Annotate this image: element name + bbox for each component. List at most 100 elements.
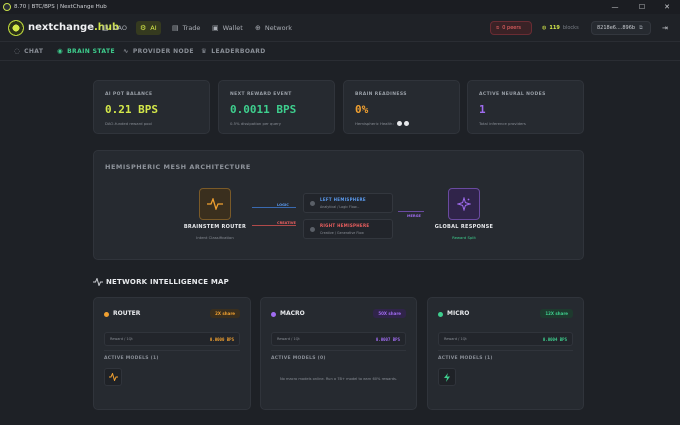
- stat-label: ACTIVE NEURAL NODES: [479, 92, 546, 97]
- brain-icon: ◉: [57, 47, 64, 55]
- right-hemisphere-sub: Creative / Generative Flow: [320, 231, 364, 235]
- brand-name-main: nextchange: [28, 22, 94, 33]
- nav-item-trade[interactable]: ▤ Trade: [168, 21, 204, 35]
- peers-text: 0 peers: [502, 25, 522, 31]
- router-node: [199, 188, 231, 220]
- active-models-label: ACTIVE MODELS (1): [104, 356, 159, 361]
- reward-label: Reward / 1Qt: [444, 337, 467, 341]
- network-icon: ⊕: [255, 24, 261, 32]
- stat-card-next-reward: NEXT REWARD EVENT 0.0011 BPS 0.5% dissip…: [218, 80, 335, 134]
- nav-item-network[interactable]: ⊕ Network: [251, 21, 296, 35]
- stat-label: AI POT BALANCE: [105, 92, 153, 97]
- copy-icon: ⧉: [639, 25, 643, 31]
- pulse-icon: [207, 198, 223, 210]
- micro-tier-card: MICRO 12X share Reward / 1Qt 0.0004 BPS …: [427, 297, 584, 410]
- left-hemisphere-sub: Analytical / Logic Flow...: [320, 205, 360, 209]
- tab-chat[interactable]: ◌ CHAT: [14, 47, 43, 55]
- left-hemisphere-status-dot: [310, 201, 315, 206]
- no-models-message: No macro models online. Run a 7B+ model …: [279, 377, 398, 381]
- mesh-title: HEMISPHERIC MESH ARCHITECTURE: [105, 163, 251, 171]
- nav-item-label: DAO: [112, 24, 127, 32]
- tab-label: PROVIDER NODE: [132, 47, 194, 55]
- share-badge: 2X share: [210, 309, 240, 318]
- network-map-title: NETWORK INTELLIGENCE MAP: [106, 278, 229, 286]
- reward-label: Reward / 1Qt: [110, 337, 133, 341]
- minimize-button[interactable]: —: [604, 0, 626, 14]
- logout-icon[interactable]: ⇥: [657, 21, 671, 35]
- window-titlebar: 8.70 | BTC/BPS | NextChange Hub — ☐ ✕: [0, 0, 680, 14]
- reward-row: Reward / 1Qt 0.0004 BPS: [438, 332, 573, 346]
- mesh-architecture-panel: HEMISPHERIC MESH ARCHITECTURE BRAINSTEM …: [93, 150, 584, 260]
- dao-icon: ▥: [102, 24, 109, 32]
- left-hemisphere-title: LEFT HEMISPHERE: [320, 197, 366, 202]
- logic-link-label: LOGIC: [277, 203, 289, 207]
- left-hemisphere-node: LEFT HEMISPHERE Analytical / Logic Flow.…: [303, 193, 393, 213]
- reward-row: Reward / 1Qt 0.0000 BPS: [104, 332, 240, 346]
- stat-sub: Hemispheric Health:: [355, 121, 394, 126]
- ai-subnav: ◌ CHAT ◉ BRAIN STATE ∿ PROVIDER NODE ♛ LEADE…: [0, 43, 680, 61]
- pulse-icon: ∿: [123, 47, 129, 55]
- router-sub: Intent Classification: [196, 235, 234, 240]
- stat-card-brain-readiness: BRAIN READINESS 0% Hemispheric Health:: [343, 80, 460, 134]
- blocks-count: 119: [549, 25, 560, 31]
- creative-link-label: CREATIVE: [277, 221, 296, 225]
- router-tier-card: ROUTER 2X share Reward / 1Qt 0.0000 BPS …: [93, 297, 251, 410]
- trade-icon: ▤: [172, 24, 179, 32]
- nav-item-label: AI: [150, 24, 157, 32]
- stat-label: NEXT REWARD EVENT: [230, 92, 292, 97]
- global-response-title: GLOBAL RESPONSE: [434, 224, 494, 230]
- right-hemisphere-status-dot: [310, 227, 315, 232]
- wallet-icon: ▣: [212, 24, 219, 32]
- blocks-label: blocks: [562, 25, 579, 31]
- maximize-button[interactable]: ☐: [631, 0, 653, 14]
- lightning-icon: [444, 372, 450, 382]
- macro-status-dot: [271, 312, 276, 317]
- stat-value: 0%: [355, 103, 369, 116]
- tab-brain-state[interactable]: ◉ BRAIN STATE: [57, 47, 115, 55]
- close-button[interactable]: ✕: [656, 0, 678, 14]
- nav-item-dao[interactable]: ▥ DAO: [98, 21, 131, 35]
- stat-sub: DAO-funded reward pool: [105, 121, 152, 126]
- nav-item-label: Wallet: [222, 24, 243, 32]
- wallet-address-button[interactable]: 8218e6....896b ⧉: [591, 21, 651, 35]
- nav-item-ai[interactable]: ⚙ AI: [136, 21, 161, 35]
- active-models-label: ACTIVE MODELS (0): [271, 356, 326, 361]
- activity-icon: [93, 278, 103, 286]
- chat-icon: ◌: [14, 47, 21, 55]
- nav-item-wallet[interactable]: ▣ Wallet: [208, 21, 247, 35]
- tab-label: BRAIN STATE: [67, 47, 115, 55]
- blocks-badge: ◍ 119 blocks: [537, 21, 584, 35]
- blocks-icon: ◍: [542, 25, 547, 31]
- peers-icon: ⦸: [496, 25, 500, 31]
- sparkle-icon: [457, 197, 471, 211]
- logic-link: [252, 207, 296, 208]
- merge-link: [398, 211, 424, 212]
- macro-tier-card: MACRO 50X share Reward / 1Qt 0.0007 BPS …: [260, 297, 417, 410]
- nav-item-label: Network: [264, 24, 293, 32]
- stat-value: 0.21 BPS: [105, 103, 158, 116]
- window-title: 8.70 | BTC/BPS | NextChange Hub: [14, 4, 107, 10]
- tab-leaderboard[interactable]: ♛ LEADERBOARD: [201, 47, 266, 55]
- router-model-item[interactable]: [104, 368, 122, 386]
- peers-badge[interactable]: ⦸ 0 peers: [490, 21, 532, 35]
- left-health-indicator: [396, 121, 402, 126]
- reward-row: Reward / 1Qt 0.0007 BPS: [271, 332, 406, 346]
- hemispheric-health: Hemispheric Health:: [355, 121, 409, 126]
- right-hemisphere-node: RIGHT HEMISPHERE Creative / Generative F…: [303, 219, 393, 239]
- tab-label: LEADERBOARD: [211, 47, 266, 55]
- tier-title: MACRO: [280, 310, 305, 317]
- global-response-node: [448, 188, 480, 220]
- app-logo-icon: [3, 3, 11, 11]
- right-health-indicator: [403, 121, 409, 126]
- right-hemisphere-title: RIGHT HEMISPHERE: [320, 223, 370, 228]
- stat-label: BRAIN READINESS: [355, 92, 407, 97]
- divider: [438, 350, 573, 351]
- creative-link: [252, 225, 296, 226]
- crown-icon: ♛: [201, 47, 208, 55]
- router-status-dot: [104, 312, 109, 317]
- micro-model-item[interactable]: [438, 368, 456, 386]
- tab-provider-node[interactable]: ∿ PROVIDER NODE: [123, 47, 194, 55]
- stat-card-active-nodes: ACTIVE NEURAL NODES 1 Total inference pr…: [467, 80, 584, 134]
- reward-label: Reward / 1Qt: [277, 337, 300, 341]
- router-title: BRAINSTEM ROUTER: [183, 224, 247, 230]
